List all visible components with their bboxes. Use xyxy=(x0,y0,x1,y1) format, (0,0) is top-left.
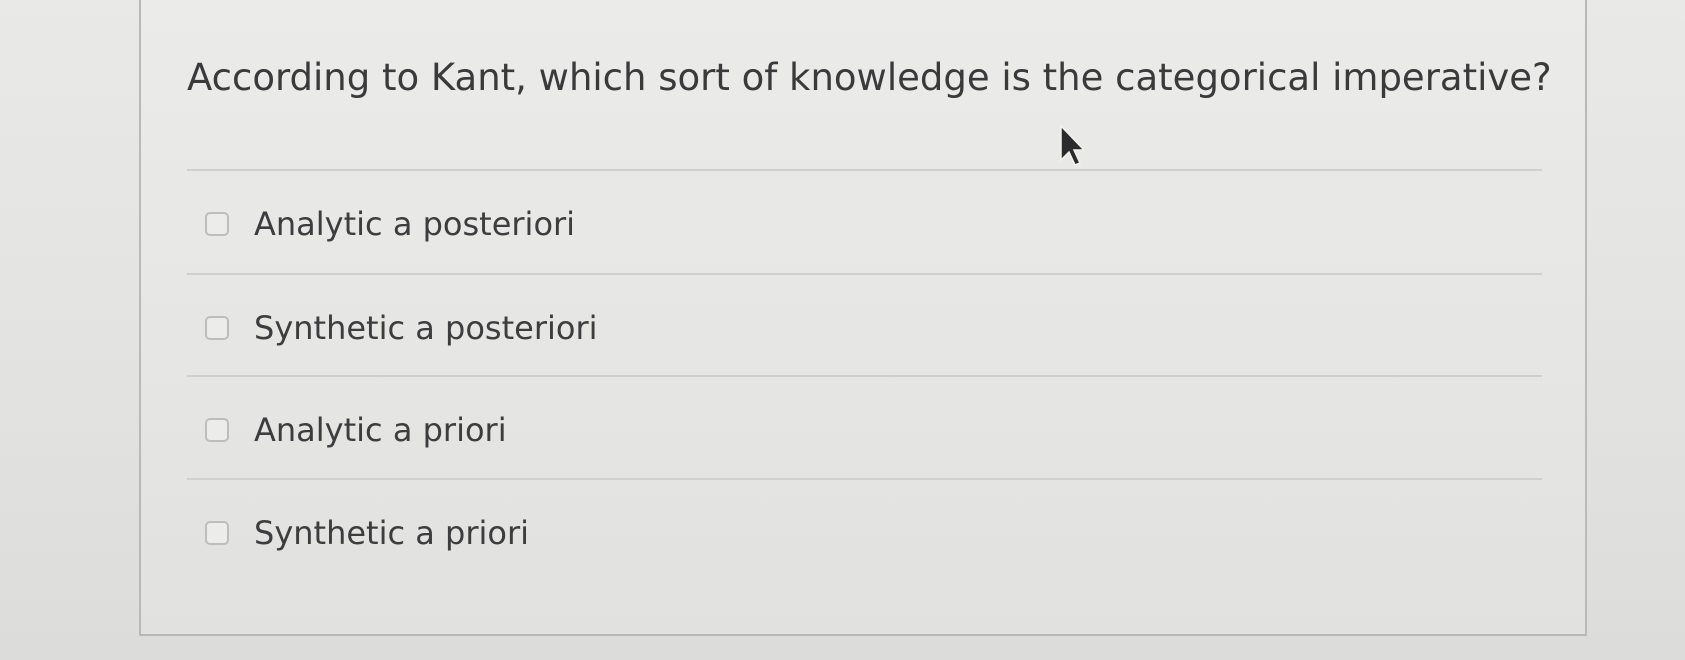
screen: According to Kant, which sort of knowled… xyxy=(0,0,1685,660)
question-text: According to Kant, which sort of knowled… xyxy=(187,56,1552,99)
option-label[interactable]: Synthetic a posteriori xyxy=(254,309,598,347)
option-synthetic-a-posteriori[interactable]: Synthetic a posteriori xyxy=(205,306,598,350)
option-label[interactable]: Analytic a priori xyxy=(254,411,507,449)
option-synthetic-a-priori[interactable]: Synthetic a priori xyxy=(205,511,529,555)
divider xyxy=(187,273,1542,275)
divider xyxy=(187,478,1542,480)
checkbox-icon[interactable] xyxy=(205,521,229,545)
question-card: According to Kant, which sort of knowled… xyxy=(139,0,1587,636)
divider xyxy=(187,375,1542,377)
option-label[interactable]: Synthetic a priori xyxy=(254,514,529,552)
checkbox-icon[interactable] xyxy=(205,316,229,340)
checkbox-icon[interactable] xyxy=(205,212,229,236)
option-analytic-a-posteriori[interactable]: Analytic a posteriori xyxy=(205,202,575,246)
checkbox-icon[interactable] xyxy=(205,418,229,442)
divider xyxy=(187,169,1542,171)
option-analytic-a-priori[interactable]: Analytic a priori xyxy=(205,408,507,452)
option-label[interactable]: Analytic a posteriori xyxy=(254,205,575,243)
mouse-pointer-icon xyxy=(1060,124,1084,166)
